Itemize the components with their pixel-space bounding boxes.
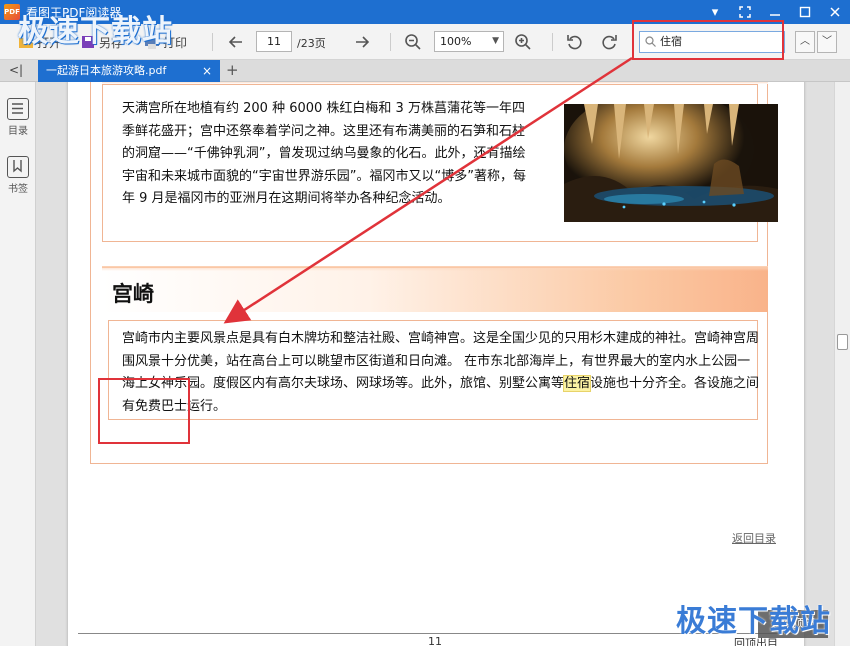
saveas-button[interactable]: 另存: [80, 32, 123, 52]
footer-page-number: 11: [428, 635, 442, 646]
document-viewport[interactable]: 天满宫所在地植有约 200 种 6000 株红白梅和 3 万株菖蒲花等一年四季鲜…: [36, 82, 834, 646]
chevron-down-icon: ▼: [492, 36, 499, 46]
section2-header: 宫崎: [102, 266, 768, 312]
zoom-value: 100%: [440, 35, 472, 48]
app-title: 看图王PDF阅读器: [26, 6, 122, 20]
printer-icon: [145, 35, 159, 49]
section2-text: 宫崎市内主要风景点是具有白木牌坊和整洁社殿、宫崎神宫。这是全国少见的只用杉木建成…: [122, 328, 762, 418]
saveas-label: 另存: [99, 35, 124, 50]
tab-document[interactable]: 一起游日本旅游攻略.pdf ×: [38, 60, 220, 82]
vertical-scrollbar[interactable]: [834, 82, 850, 646]
tab-label: 一起游日本旅游攻略.pdf: [46, 64, 167, 77]
prev-page-button[interactable]: [228, 32, 244, 52]
tab-bar: <| 一起游日本旅游攻略.pdf × +: [0, 60, 850, 82]
open-button[interactable]: 打开: [18, 32, 61, 52]
chevron-down-icon: ﹀: [822, 36, 832, 47]
bookmarks-label: 书签: [8, 184, 28, 195]
section2-title: 宫崎: [112, 282, 154, 306]
folder-icon: [19, 38, 33, 48]
save-icon: [82, 36, 94, 48]
chevron-up-icon: ︿: [800, 36, 810, 47]
toc-label: 目录: [8, 126, 28, 137]
arrow-right-icon: [356, 36, 370, 48]
rotate-right-icon: [602, 35, 617, 50]
zoom-select[interactable]: 100% ▼: [434, 31, 504, 52]
rotate-right-button[interactable]: [600, 32, 618, 52]
arrow-left-icon: [228, 36, 242, 48]
rotate-left-icon: [567, 35, 582, 50]
bookmark-icon: [7, 156, 29, 178]
close-tab-icon[interactable]: ×: [202, 60, 212, 82]
zoom-in-button[interactable]: [514, 32, 532, 52]
search-next-button[interactable]: ﹀: [817, 31, 837, 53]
search-highlight: 住宿: [563, 375, 592, 392]
annotation-box-search: [632, 20, 784, 60]
close-icon[interactable]: [820, 0, 850, 24]
page-number-input[interactable]: 11: [256, 31, 292, 52]
list-icon: [7, 98, 29, 120]
rotate-left-button[interactable]: [566, 32, 584, 52]
zoom-in-icon: [515, 34, 531, 50]
app-logo-icon: PDF: [4, 4, 20, 20]
watermark-bottom: 极速下载站: [676, 604, 831, 639]
print-label: 打印: [163, 35, 188, 50]
section1-text: 天满宫所在地植有约 200 种 6000 株红白梅和 3 万株菖蒲花等一年四季鲜…: [122, 101, 526, 206]
collapse-sidebar-button[interactable]: <|: [0, 60, 32, 81]
zoom-out-icon: [405, 34, 421, 50]
print-button[interactable]: 打印: [144, 32, 187, 52]
pdf-page: 天满宫所在地植有约 200 种 6000 株红白梅和 3 万株菖蒲花等一年四季鲜…: [68, 82, 804, 646]
zoom-out-button[interactable]: [404, 32, 422, 52]
page-total: /23页: [297, 37, 326, 50]
back-to-toc-link[interactable]: 返回目录: [732, 530, 776, 546]
sidebar: 目录 书签: [0, 82, 36, 646]
cave-photo: [564, 104, 778, 222]
next-page-button[interactable]: [354, 32, 370, 52]
annotation-box-word: [98, 378, 190, 444]
sidebar-item-bookmarks[interactable]: 书签: [0, 156, 36, 195]
search-prev-button[interactable]: ︿: [795, 31, 815, 53]
maximize-icon[interactable]: [790, 0, 820, 24]
open-label: 打开: [37, 35, 62, 50]
sidebar-item-toc[interactable]: 目录: [0, 98, 36, 137]
new-tab-button[interactable]: +: [226, 60, 239, 81]
scroll-thumb[interactable]: [837, 334, 848, 350]
